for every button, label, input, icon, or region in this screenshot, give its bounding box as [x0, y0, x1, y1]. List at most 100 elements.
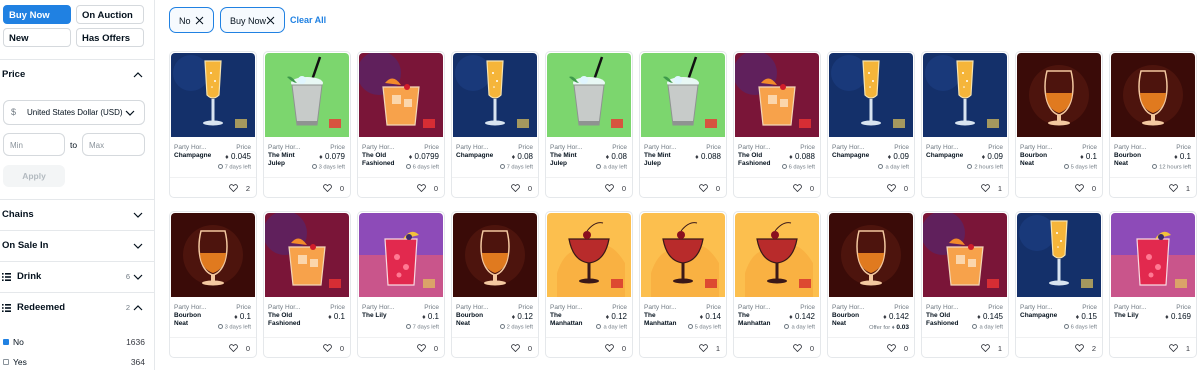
nft-card[interactable]: Party Hor... Price The Mint Julep ♦ 0.079…	[263, 51, 351, 198]
close-icon[interactable]	[195, 16, 204, 25]
item-name[interactable]: Champagne	[174, 152, 220, 160]
nft-card[interactable]: Party Hor... Price Champagne ♦ 0.08 7 da…	[451, 51, 539, 198]
nft-image-julep[interactable]	[547, 53, 631, 137]
item-name[interactable]: The Lily	[1114, 312, 1160, 320]
nft-image-bourbon[interactable]	[1111, 53, 1195, 137]
apply-button[interactable]: Apply	[3, 165, 65, 187]
collection-name[interactable]: Party Hor...	[362, 144, 395, 151]
max-price-input[interactable]: Max	[82, 133, 145, 156]
nft-image-oldfashioned[interactable]	[359, 53, 443, 137]
currency-select[interactable]: $ United States Dollar (USD)	[3, 100, 145, 125]
redeemed-section-header[interactable]: Redeemed 2	[0, 292, 155, 322]
heart-icon[interactable]	[323, 344, 332, 352]
item-name[interactable]: Bourbon Neat	[1020, 152, 1066, 168]
collection-name[interactable]: Party Hor...	[268, 304, 301, 311]
nft-card[interactable]: Party Hor... Price The Manhattan ♦ 0.14 5…	[639, 211, 727, 358]
collection-name[interactable]: Party Hor...	[174, 304, 207, 311]
nft-card[interactable]: Party Hor... Price The Old Fashioned ♦ 0.…	[263, 211, 351, 358]
nft-card[interactable]: Party Hor... Price Champagne ♦ 0.09 2 ho…	[921, 51, 1009, 198]
item-name[interactable]: The Old Fashioned	[268, 312, 314, 328]
nft-image-bourbon[interactable]	[453, 213, 537, 297]
item-name[interactable]: The Mint Julep	[550, 152, 596, 168]
has-offers-toggle[interactable]: Has Offers	[76, 28, 144, 47]
item-name[interactable]: The Mint Julep	[644, 152, 690, 168]
nft-image-oldfashioned[interactable]	[735, 53, 819, 137]
nft-image-manhattan[interactable]	[641, 213, 725, 297]
nft-image-champagne[interactable]	[1017, 213, 1101, 297]
heart-icon[interactable]	[793, 344, 802, 352]
heart-icon[interactable]	[605, 344, 614, 352]
nft-image-julep[interactable]	[641, 53, 725, 137]
chains-section-header[interactable]: Chains	[0, 199, 155, 229]
item-name[interactable]: The Old Fashioned	[738, 152, 784, 168]
nft-card[interactable]: Party Hor... Price Champagne ♦ 0.09 a da…	[827, 51, 915, 198]
heart-icon[interactable]	[1169, 344, 1178, 352]
heart-icon[interactable]	[417, 184, 426, 192]
collection-name[interactable]: Party Hor...	[832, 304, 865, 311]
nft-image-manhattan[interactable]	[735, 213, 819, 297]
checkbox[interactable]	[3, 339, 9, 345]
nft-image-manhattan[interactable]	[547, 213, 631, 297]
nft-image-bourbon[interactable]	[171, 213, 255, 297]
nft-card[interactable]: Party Hor... Price The Old Fashioned ♦ 0.…	[733, 51, 821, 198]
item-name[interactable]: Bourbon Neat	[456, 312, 502, 328]
collection-name[interactable]: Party Hor...	[456, 304, 489, 311]
heart-icon[interactable]	[699, 344, 708, 352]
close-icon[interactable]	[266, 16, 275, 25]
collection-name[interactable]: Party Hor...	[738, 304, 771, 311]
collection-name[interactable]: Party Hor...	[644, 304, 677, 311]
collection-name[interactable]: Party Hor...	[550, 304, 583, 311]
heart-icon[interactable]	[981, 344, 990, 352]
collection-name[interactable]: Party Hor...	[1020, 144, 1053, 151]
heart-icon[interactable]	[605, 184, 614, 192]
nft-card[interactable]: Party Hor... Price The Mint Julep ♦ 0.088…	[639, 51, 727, 198]
item-name[interactable]: Bourbon Neat	[174, 312, 220, 328]
nft-image-champagne[interactable]	[171, 53, 255, 137]
redeemed-option-yes[interactable]: Yes 364	[3, 356, 145, 370]
nft-image-lily[interactable]	[1111, 213, 1195, 297]
new-toggle[interactable]: New	[3, 28, 71, 47]
filter-chip-buy-now[interactable]: Buy Now	[220, 7, 285, 33]
nft-image-oldfashioned[interactable]	[265, 213, 349, 297]
nft-image-lily[interactable]	[359, 213, 443, 297]
filter-chip-no[interactable]: No	[169, 7, 214, 33]
nft-card[interactable]: Party Hor... Price Bourbon Neat ♦ 0.1 12 …	[1109, 51, 1197, 198]
heart-icon[interactable]	[887, 184, 896, 192]
nft-card[interactable]: Party Hor... Price Champagne ♦ 0.045 7 d…	[169, 51, 257, 198]
nft-card[interactable]: Party Hor... Price The Old Fashioned ♦ 0.…	[357, 51, 445, 198]
item-name[interactable]: The Lily	[362, 312, 408, 320]
collection-name[interactable]: Party Hor...	[926, 144, 959, 151]
collection-name[interactable]: Party Hor...	[644, 144, 677, 151]
item-name[interactable]: The Manhattan	[644, 312, 690, 328]
nft-card[interactable]: Party Hor... Price The Mint Julep ♦ 0.08 …	[545, 51, 633, 198]
item-name[interactable]: Champagne	[1020, 312, 1066, 320]
collection-name[interactable]: Party Hor...	[1114, 144, 1147, 151]
nft-card[interactable]: Party Hor... Price Bourbon Neat ♦ 0.12 2 …	[451, 211, 539, 358]
collection-name[interactable]: Party Hor...	[362, 304, 395, 311]
nft-card[interactable]: Party Hor... Price The Old Fashioned ♦ 0.…	[921, 211, 1009, 358]
item-name[interactable]: Champagne	[926, 152, 972, 160]
item-name[interactable]: Champagne	[456, 152, 502, 160]
collection-name[interactable]: Party Hor...	[550, 144, 583, 151]
nft-card[interactable]: Party Hor... Price The Lily ♦ 0.169 1	[1109, 211, 1197, 358]
heart-icon[interactable]	[793, 184, 802, 192]
nft-card[interactable]: Party Hor... Price Bourbon Neat ♦ 0.1 5 d…	[1015, 51, 1103, 198]
clear-all-link[interactable]: Clear All	[290, 15, 326, 25]
checkbox[interactable]	[3, 359, 9, 365]
item-name[interactable]: The Manhattan	[550, 312, 596, 328]
collection-name[interactable]: Party Hor...	[1114, 304, 1147, 311]
nft-image-julep[interactable]	[265, 53, 349, 137]
item-name[interactable]: The Mint Julep	[268, 152, 314, 168]
heart-icon[interactable]	[1169, 184, 1178, 192]
nft-image-bourbon[interactable]	[829, 213, 913, 297]
heart-icon[interactable]	[887, 344, 896, 352]
nft-image-champagne[interactable]	[923, 53, 1007, 137]
heart-icon[interactable]	[229, 344, 238, 352]
nft-card[interactable]: Party Hor... Price The Manhattan ♦ 0.12 a…	[545, 211, 633, 358]
price-section-header[interactable]: Price	[0, 59, 155, 89]
item-name[interactable]: The Manhattan	[738, 312, 784, 328]
heart-icon[interactable]	[699, 184, 708, 192]
nft-image-champagne[interactable]	[453, 53, 537, 137]
heart-icon[interactable]	[511, 344, 520, 352]
redeemed-option-no[interactable]: No 1636	[3, 336, 145, 350]
